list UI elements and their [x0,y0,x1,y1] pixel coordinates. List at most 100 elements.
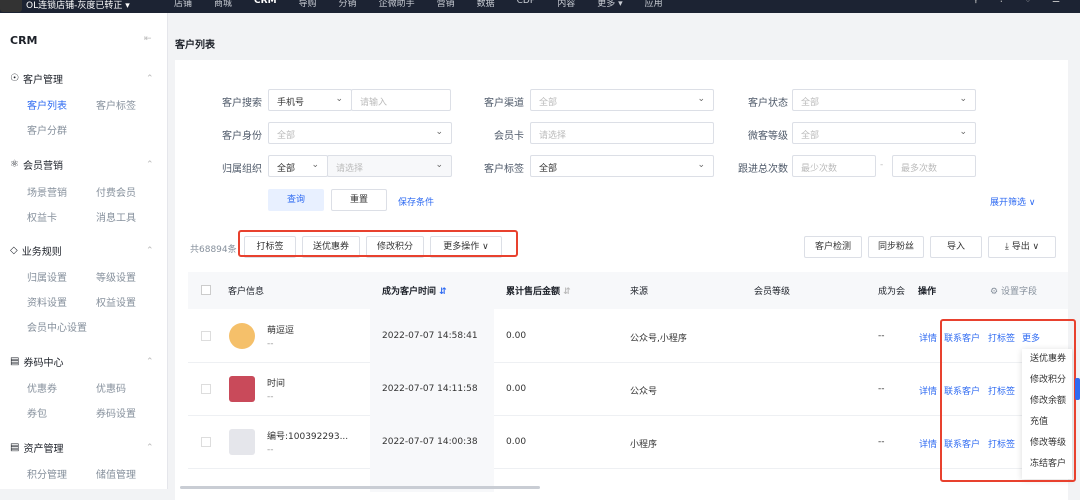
ticket-icon: ▤ [10,356,20,367]
sidebar-item-coupon-pack[interactable]: 券包 [27,405,47,420]
th-aftersale-amount[interactable]: 累计售后金额 ⇵ [506,284,571,297]
customer-name[interactable]: 时间 [267,376,285,389]
query-button[interactable]: 查询 [268,189,324,211]
sidebar-item-customer-groups[interactable]: 客户分群 [27,122,67,137]
nav-shuju[interactable]: 数据 [477,0,495,9]
detail-link[interactable]: 详情 [919,384,937,397]
chevron-up-icon: ⌃ [146,442,154,453]
reset-button[interactable]: 重置 [331,189,387,211]
nav-fenxiao[interactable]: 分销 [339,0,357,9]
collapse-icon[interactable]: ⇤ [144,34,152,44]
chevron-up-icon: ⌃ [146,245,154,256]
help-icon[interactable]: ? [999,0,1004,5]
source: 公众号 [630,387,658,397]
row-checkbox[interactable] [201,437,211,447]
range-separator: - [880,160,884,170]
search-type-select[interactable]: 手机号 ⌄ [268,89,352,111]
database-icon: ▤ [10,442,20,453]
detail-link[interactable]: 详情 [919,437,937,450]
group-member-marketing[interactable]: ⚛ 会员营销 ⌃ [10,157,154,172]
sidebar-item-coupon-code[interactable]: 优惠码 [96,380,126,395]
chevron-up-icon: ⌃ [146,159,154,170]
import-button[interactable]: 导入 [930,236,982,258]
org-select[interactable]: 全部 ⌄ [268,155,328,177]
nav-crm[interactable]: CRM [254,0,277,9]
follow-max-input[interactable]: 最多次数 [892,155,976,177]
expand-filter-link[interactable]: 展开筛选 ∨ [990,195,1035,208]
search-icon[interactable]: ⚲ [972,0,979,5]
sidebar-item-level-settings[interactable]: 等级设置 [96,269,136,284]
sidebar-item-scene-marketing[interactable]: 场景营销 [27,184,67,199]
th-source: 来源 [630,287,649,297]
sidebar-item-stored-value[interactable]: 储值管理 [96,466,136,481]
sync-fans-button[interactable]: 同步粉丝 [868,236,924,258]
aftersale-amount: 0.00 [506,384,527,394]
rules-icon: ◇ [10,245,18,256]
channel-label: 客户渠道 [484,98,524,109]
sidebar-item-customer-tags[interactable]: 客户标签 [96,97,136,112]
sidebar-item-owner-settings[interactable]: 归属设置 [27,269,67,284]
nav-yingxiao[interactable]: 营销 [437,0,455,9]
row-checkbox[interactable] [201,384,211,394]
customer-name[interactable]: 编号:100392293... [267,429,348,442]
sidebar-item-points[interactable]: 积分管理 [27,466,67,481]
customer-sub: -- [267,339,274,349]
top-nav-bar: OL连锁店铺-灰度已转正 ▾ 店铺 商城 CRM 导购 分销 企微助手 营销 数… [0,0,1080,13]
customer-sub: -- [267,445,274,455]
sidebar-item-paid-member[interactable]: 付费会员 [96,184,136,199]
wlevel-select[interactable]: 全部 ⌄ [792,122,976,144]
field-settings-button[interactable]: ⚙ 设置字段 [990,284,1037,297]
nav-shangcheng[interactable]: 商城 [214,0,232,9]
follow-min-input[interactable]: 最少次数 [792,155,876,177]
chevron-down-icon: ⌄ [697,94,705,104]
sidebar-item-benefit-card[interactable]: 权益卡 [27,209,57,224]
side-float-tab[interactable] [1075,378,1080,400]
search-input[interactable]: 请输入 [351,89,451,111]
sidebar-item-coupon-settings[interactable]: 券码设置 [96,405,136,420]
chevron-down-icon: ⌄ [435,127,443,137]
detail-link[interactable]: 详情 [919,331,937,344]
shop-logo [0,0,22,12]
select-all-checkbox[interactable] [201,285,211,295]
sidebar-item-member-center[interactable]: 会员中心设置 [27,319,87,334]
menu-icon[interactable]: ☰ [1052,0,1060,5]
th-customer-info: 客户信息 [228,287,265,297]
sidebar-item-benefit-settings[interactable]: 权益设置 [96,294,136,309]
th-become-member: 成为会 [878,287,906,297]
card-select[interactable]: 请选择 [530,122,714,144]
nav-dianpu[interactable]: 店铺 [174,0,192,9]
sidebar-item-message-tools[interactable]: 消息工具 [96,209,136,224]
group-coupon-center[interactable]: ▤ 券码中心 ⌃ [10,354,154,369]
total-count: 共68894条 [190,245,237,255]
nav-qiwei[interactable]: 企微助手 [379,0,415,9]
group-customer-mgmt[interactable]: ☉ 客户管理 ⌃ [10,71,154,86]
export-button[interactable]: ⤓ 导出 ∨ [988,236,1056,258]
nav-cdp[interactable]: CDP [517,0,536,9]
org-sub-select[interactable]: 请选择 ⌄ [327,155,452,177]
identity-select[interactable]: 全部 ⌄ [268,122,452,144]
channel-select[interactable]: 全部 ⌄ [530,89,714,111]
customer-name[interactable]: 萌逗逗 [267,323,294,336]
sidebar-item-customer-list[interactable]: 客户列表 [27,97,67,112]
bell-icon[interactable]: ♡ [1024,0,1032,5]
customer-time: 2022-07-07 14:58:41 [382,331,478,341]
group-business-rules[interactable]: ◇ 业务规则 ⌃ [10,243,154,258]
status-select[interactable]: 全部 ⌄ [792,89,976,111]
tag-select[interactable]: 全部 ⌄ [530,155,714,177]
th-customer-time[interactable]: 成为客户时间 ⇵ [382,284,447,297]
shop-switcher[interactable]: OL连锁店铺-灰度已转正 ▾ [0,0,130,12]
aftersale-amount: 0.00 [506,437,527,447]
nav-apps[interactable]: 应用 [645,0,663,9]
status-label: 客户状态 [748,98,788,109]
sidebar-item-profile-settings[interactable]: 资料设置 [27,294,67,309]
group-asset-mgmt[interactable]: ▤ 资产管理 ⌃ [10,440,154,455]
nav-neirong[interactable]: 内容 [557,0,575,9]
highlight-batch-actions [238,230,518,257]
nav-daogou[interactable]: 导购 [299,0,317,9]
save-conditions-link[interactable]: 保存条件 [398,195,434,208]
page-title: 客户列表 [175,40,215,51]
customer-detect-button[interactable]: 客户检测 [804,236,862,258]
nav-more[interactable]: 更多 ▾ [597,0,622,9]
row-checkbox[interactable] [201,331,211,341]
sidebar-item-coupon[interactable]: 优惠券 [27,380,57,395]
